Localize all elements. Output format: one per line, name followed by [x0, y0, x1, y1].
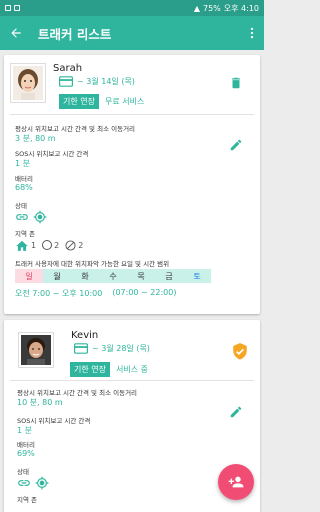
day-monday: 월 [43, 269, 71, 283]
time-range-24h: (07:00 ~ 22:00) [112, 288, 177, 297]
sos-interval-label: SOS시 위치보고 시간 간격 [15, 150, 89, 158]
edit-button[interactable] [228, 137, 244, 153]
avatar [18, 332, 54, 368]
add-person-icon [228, 476, 244, 488]
add-tracker-button[interactable] [218, 464, 254, 500]
no-zone-count: 2 [78, 240, 84, 250]
tracker-name: Kevin [71, 330, 99, 341]
edit-button[interactable] [228, 404, 244, 420]
status-label: 상태 [17, 468, 29, 476]
extend-period-button[interactable]: 기한 연장 [70, 362, 110, 377]
service-period: ~ 3월 28일 (목) [92, 344, 150, 353]
service-period: ~ 3월 14일 (목) [77, 77, 135, 86]
report-interval-value: 3 분, 80 m [15, 134, 56, 143]
edit-icon [230, 139, 242, 151]
edit-icon [230, 406, 242, 418]
link-icon [18, 480, 30, 486]
home-zone-count: 1 [31, 240, 37, 250]
tracker-card[interactable]: Sarah ~ 3월 14일 (목) 기한 연장 무료 서비스 평상시 위치보고… [4, 55, 260, 314]
service-status: 서비스 중 [115, 365, 148, 374]
circle-zone-count: 2 [54, 240, 60, 250]
card-icon [74, 343, 88, 354]
day-saturday: 토 [183, 269, 211, 283]
divider [10, 114, 254, 115]
zone-label: 지역 존 [15, 230, 36, 238]
more-vert-icon [250, 27, 254, 39]
service-active-badge [230, 342, 250, 362]
no-zone-icon [65, 239, 76, 251]
link-icon [16, 214, 28, 220]
home-icon [16, 240, 28, 251]
battery-value: 69% [17, 449, 35, 458]
clock: 오후 4:10 [223, 3, 259, 13]
extend-period-button[interactable]: 기한 연장 [59, 94, 99, 109]
tracker-name: Sarah [53, 63, 83, 74]
delete-icon [231, 77, 241, 89]
back-arrow-icon [11, 28, 21, 38]
weekday-bar: 일 월 화 수 목 금 토 [15, 269, 211, 283]
card-icon [59, 76, 73, 87]
day-friday: 금 [155, 269, 183, 283]
page-title: 트래커 리스트 [38, 26, 112, 42]
circle-zone-icon [42, 240, 53, 250]
sos-interval-value: 1 분 [15, 159, 30, 168]
more-button[interactable] [240, 16, 264, 50]
service-status: 무료 서비스 [104, 97, 145, 106]
shield-check-icon [233, 343, 247, 360]
notification-icon [14, 5, 20, 11]
day-tuesday: 화 [71, 269, 99, 283]
notification-icons [5, 5, 20, 11]
sos-interval-value: 1 분 [17, 426, 32, 435]
sos-interval-label: SOS시 위치보고 시간 간격 [17, 417, 91, 425]
zone-label: 지역 존 [17, 496, 38, 504]
battery-label: 배터리 [15, 175, 33, 183]
signal-icon: ▲ [193, 3, 200, 13]
battery-value: 68% [15, 183, 33, 192]
report-interval-label: 평상시 위치보고 시간 간격 및 최소 이동거리 [15, 125, 136, 133]
report-interval-label: 평상시 위치보고 시간 간격 및 최소 이동거리 [17, 389, 138, 397]
notification-icon [5, 5, 11, 11]
day-thursday: 목 [127, 269, 155, 283]
divider [10, 380, 254, 381]
battery-level: 75% [202, 3, 221, 13]
app-bar: 트래커 리스트 [0, 16, 264, 50]
day-sunday: 일 [15, 269, 43, 283]
gps-target-icon [35, 476, 49, 490]
report-interval-value: 10 분, 80 m [17, 398, 63, 407]
status-label: 상태 [15, 202, 27, 210]
back-button[interactable] [0, 16, 32, 50]
delete-button[interactable] [228, 75, 244, 91]
time-range-local: 오전 7:00 ~ 오후 10:00 [15, 289, 103, 298]
status-bar: ▲ 75% 오후 4:10 [0, 0, 264, 16]
gps-target-icon [33, 210, 47, 224]
avatar [10, 63, 46, 103]
day-wednesday: 수 [99, 269, 127, 283]
schedule-label: 트래커 사용자에 대한 위치파악 가능한 요일 및 시간 범위 [15, 260, 170, 268]
battery-label: 배터리 [17, 441, 35, 449]
